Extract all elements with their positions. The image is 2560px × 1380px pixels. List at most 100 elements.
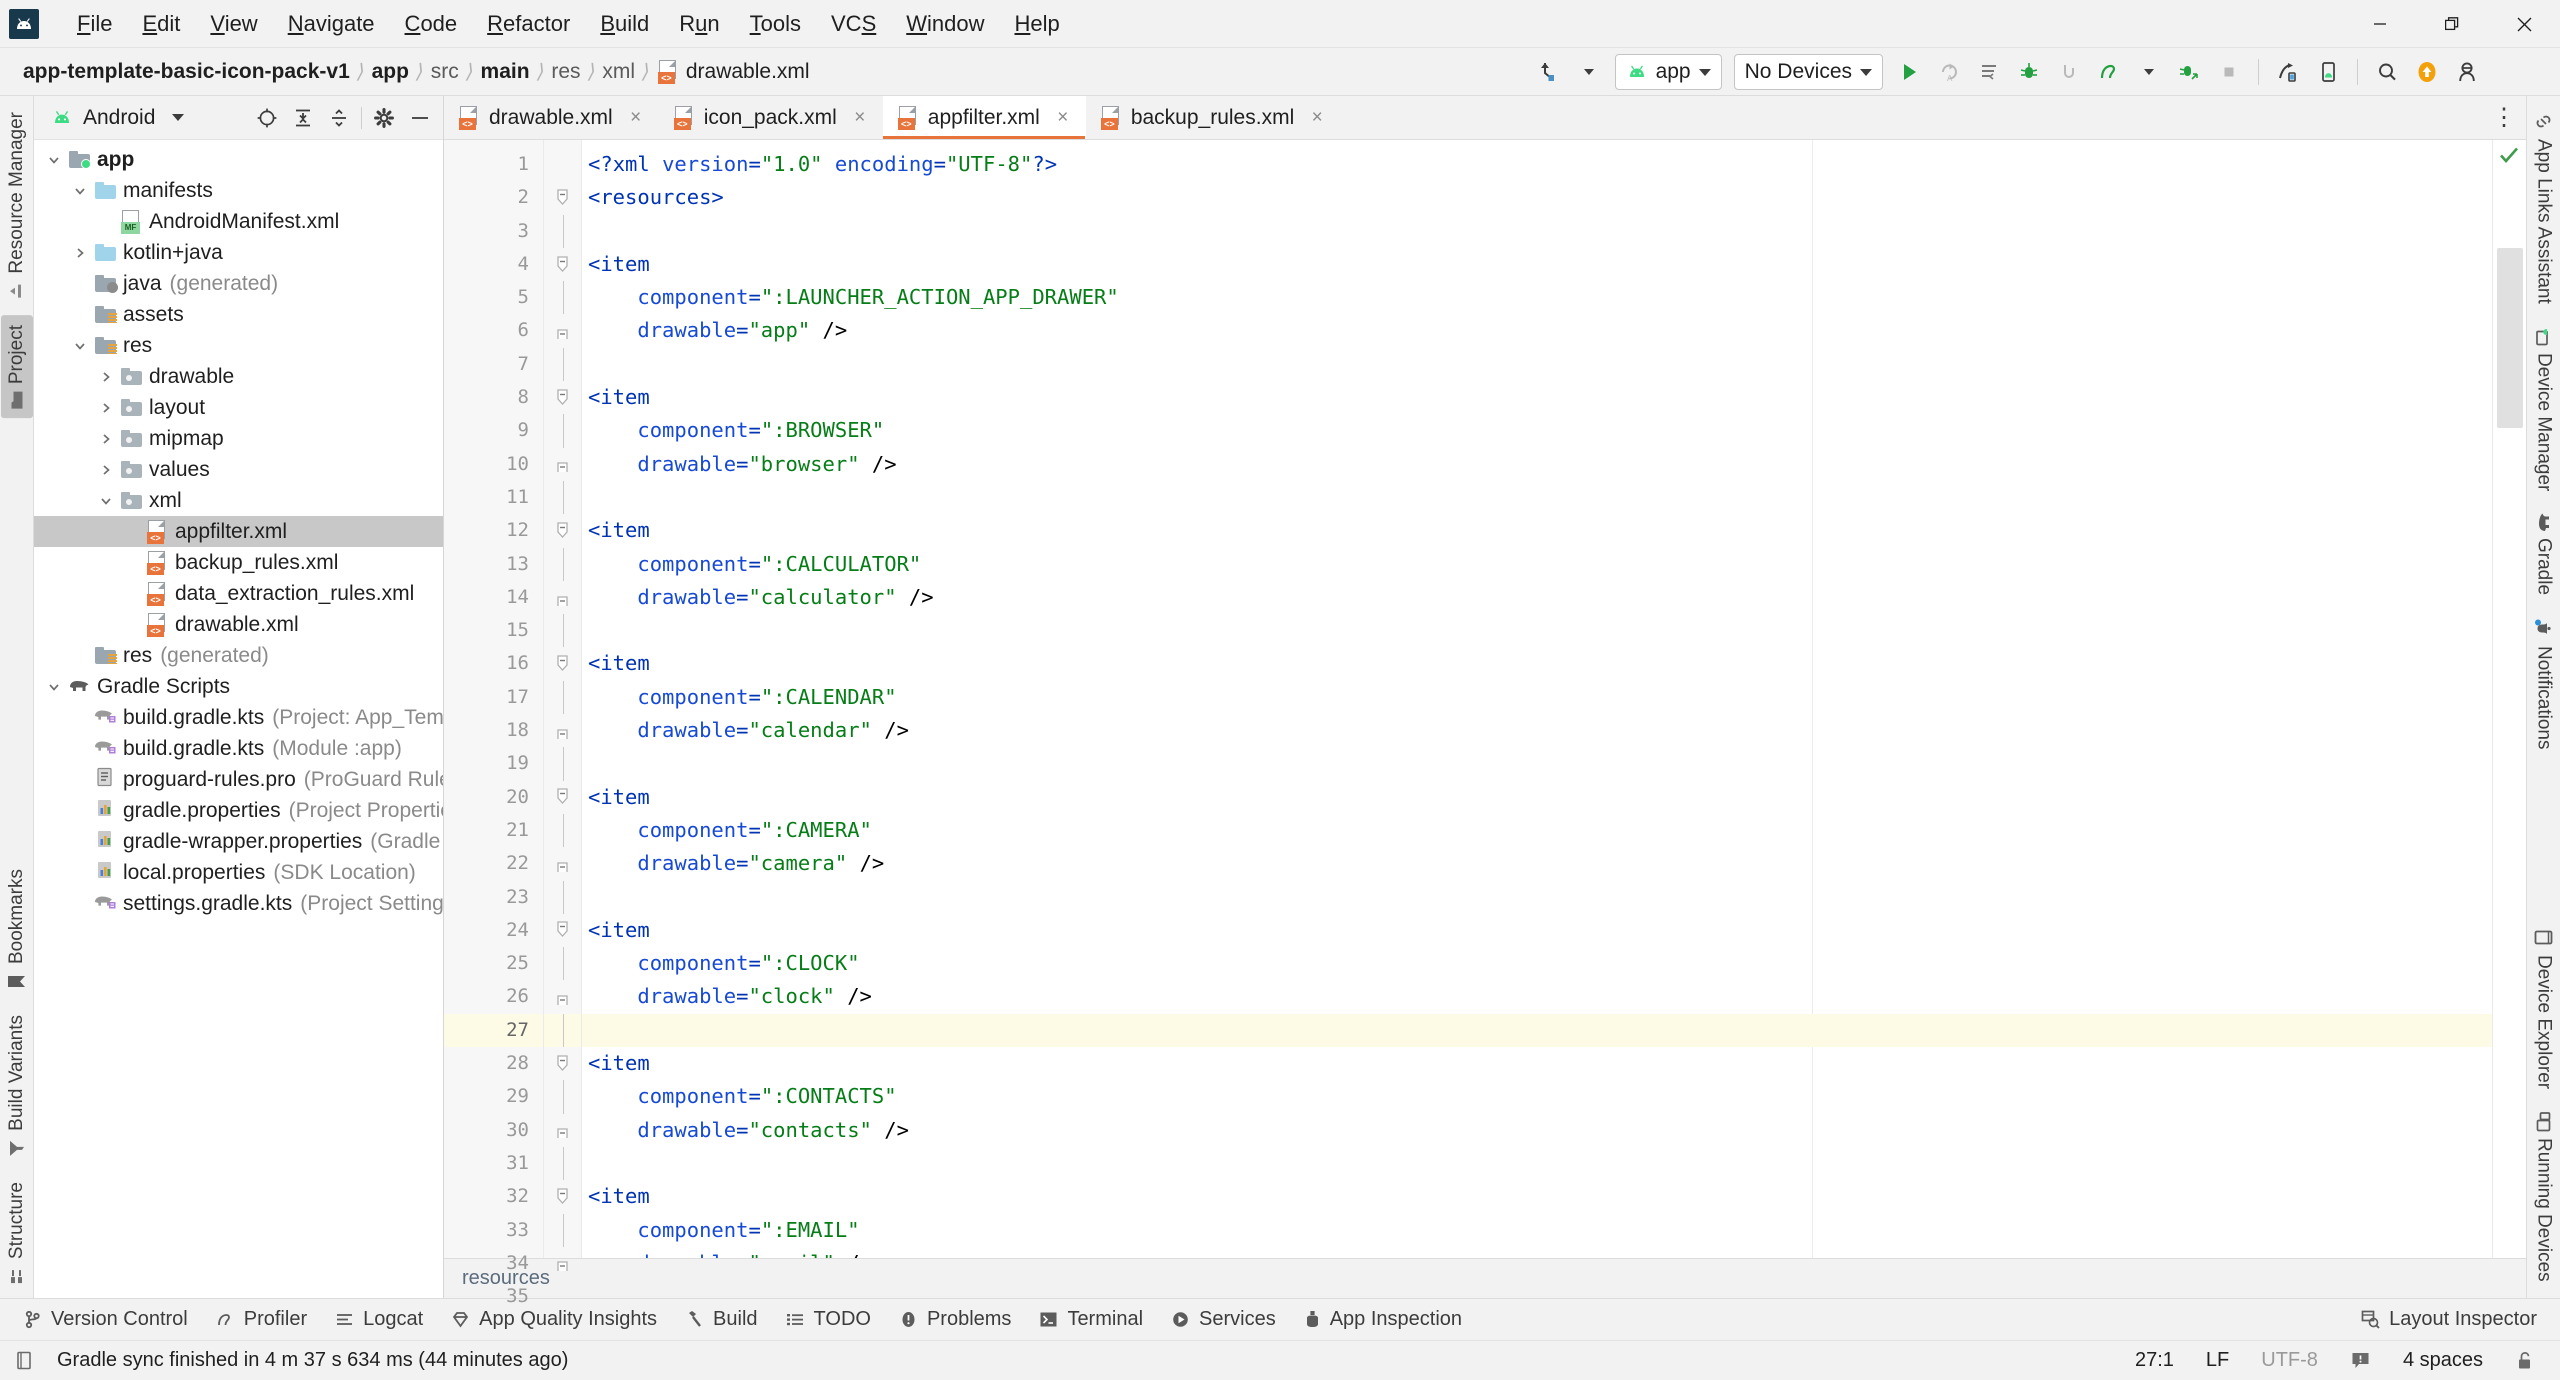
tool-window-button-layout-inspector[interactable]: Layout Inspector (2348, 1303, 2550, 1336)
code-line[interactable]: drawable="email" /> (582, 1247, 2492, 1258)
tree-node-androidmanifest-xml[interactable]: MF AndroidManifest.xml (34, 206, 443, 237)
device-mirroring-button[interactable] (2269, 53, 2307, 91)
attach-debugger-button[interactable] (2050, 53, 2088, 91)
chevron-right-icon[interactable] (94, 463, 118, 477)
chevron-right-icon[interactable] (94, 370, 118, 384)
fold-expanded-icon[interactable] (544, 248, 581, 281)
tree-node-xml[interactable]: xml (34, 485, 443, 516)
code-line[interactable]: ​ (582, 1147, 2492, 1180)
tool-window-button-build[interactable]: Build (672, 1303, 770, 1336)
tree-node-appfilter-xml[interactable]: <> appfilter.xml (34, 516, 443, 547)
fold-expanded-icon[interactable] (544, 647, 581, 680)
select-opened-file-icon[interactable] (250, 101, 284, 135)
code-line[interactable]: ​ (582, 481, 2492, 514)
tree-node-build-gradle-kts[interactable]: build.gradle.kts (Project: App_Template (34, 702, 443, 733)
expand-all-icon[interactable] (286, 101, 320, 135)
tool-window-tab-running-devices[interactable]: Running Devices (2528, 1103, 2560, 1292)
editor-tab-icon-pack-xml[interactable]: <> icon_pack.xml × (659, 96, 883, 139)
menu-item-file[interactable]: File (62, 6, 127, 42)
code-line[interactable]: ​ (582, 1013, 2492, 1048)
fold-end-icon[interactable] (544, 581, 581, 614)
fold-expanded-icon[interactable] (544, 381, 581, 414)
fold-end-icon[interactable] (544, 1247, 581, 1280)
fold-expanded-icon[interactable] (544, 914, 581, 947)
search-everywhere-button[interactable] (2368, 53, 2406, 91)
tree-node-gradle-scripts[interactable]: Gradle Scripts (34, 671, 443, 702)
tool-window-tab-build-variants[interactable]: Build Variants (1, 1005, 33, 1168)
code-line[interactable]: component=":CALENDAR" (582, 681, 2492, 714)
code-content[interactable]: <?xml version="1.0" encoding="UTF-8"?> <r… (582, 140, 2492, 1258)
code-line[interactable]: drawable="clock" /> (582, 980, 2492, 1013)
tool-window-tab-device-explorer[interactable]: Device Explorer (2528, 918, 2560, 1099)
chevron-down-icon[interactable] (94, 494, 118, 508)
code-folding-gutter[interactable] (544, 140, 582, 1272)
tree-node-gradle-wrapper-properties[interactable]: gradle-wrapper.properties (Gradle Versi (34, 826, 443, 857)
close-button[interactable] (2488, 0, 2560, 48)
code-line[interactable]: <item (582, 781, 2492, 814)
tool-window-button-todo[interactable]: TODO (773, 1303, 884, 1336)
menu-item-window[interactable]: Window (891, 6, 999, 42)
menu-item-build[interactable]: Build (585, 6, 664, 42)
minimize-button[interactable] (2344, 0, 2416, 48)
tree-node-drawable-xml[interactable]: <> drawable.xml (34, 609, 443, 640)
menu-item-vcs[interactable]: VCS (816, 6, 891, 42)
editor-tab-backup-rules-xml[interactable]: <> backup_rules.xml × (1086, 96, 1340, 139)
code-line[interactable]: component=":CONTACTS" (582, 1080, 2492, 1113)
project-tree[interactable]: app manifests MF AndroidManifest.xml kotlin+… (34, 140, 443, 1298)
breadcrumb-item-app[interactable]: app (367, 58, 414, 86)
tree-node-kotlin-java[interactable]: kotlin+java (34, 237, 443, 268)
close-icon[interactable]: × (1307, 107, 1327, 129)
tree-node-proguard-rules-pro[interactable]: proguard-rules.pro (ProGuard Rules for (34, 764, 443, 795)
inspections-icon[interactable] (2340, 1347, 2381, 1374)
tool-window-button-app-inspection[interactable]: App Inspection (1291, 1303, 1475, 1336)
tree-node-gradle-properties[interactable]: gradle.properties (Project Properties) (34, 795, 443, 826)
breadcrumb-item-src[interactable]: src (426, 58, 464, 86)
settings-gear-icon[interactable] (367, 101, 401, 135)
menu-item-code[interactable]: Code (390, 6, 473, 42)
chevron-down-icon[interactable] (68, 184, 92, 198)
menu-item-tools[interactable]: Tools (735, 6, 816, 42)
breadcrumb-item-res[interactable]: res (546, 58, 585, 86)
code-line[interactable]: component=":LAUNCHER_ACTION_APP_DRAWER" (582, 281, 2492, 314)
chevron-right-icon[interactable] (94, 401, 118, 415)
tree-node-res[interactable]: res (generated) (34, 640, 443, 671)
tool-window-tab-gradle[interactable]: Gradle (2528, 505, 2560, 605)
code-line[interactable]: component=":CALCULATOR" (582, 548, 2492, 581)
tree-node-assets[interactable]: assets (34, 299, 443, 330)
chevron-down-icon[interactable] (42, 680, 66, 694)
code-line[interactable]: drawable="contacts" /> (582, 1114, 2492, 1147)
fold-end-icon[interactable] (544, 448, 581, 481)
apply-code-changes-button[interactable] (1970, 53, 2008, 91)
tool-window-button-logcat[interactable]: Logcat (322, 1303, 436, 1336)
tree-node-app[interactable]: app (34, 144, 443, 175)
chevron-right-icon[interactable] (68, 246, 92, 260)
updates-button[interactable] (2408, 53, 2446, 91)
hide-panel-icon[interactable] (403, 101, 437, 135)
run-button[interactable] (1890, 53, 1928, 91)
code-line[interactable]: component=":BROWSER" (582, 414, 2492, 447)
code-line[interactable]: drawable="camera" /> (582, 847, 2492, 880)
tree-node-settings-gradle-kts[interactable]: settings.gradle.kts (Project Settings) (34, 888, 443, 919)
code-line[interactable]: component=":CLOCK" (582, 947, 2492, 980)
breadcrumb-item-xml[interactable]: xml (597, 58, 640, 86)
code-line[interactable]: component=":CAMERA" (582, 814, 2492, 847)
fold-expanded-icon[interactable] (544, 181, 581, 214)
chevron-down-icon[interactable] (68, 339, 92, 353)
tool-window-tab-resource-manager[interactable]: Resource Manager (1, 102, 33, 311)
menu-item-view[interactable]: View (195, 6, 272, 42)
chevron-down-icon[interactable] (42, 153, 66, 167)
code-line[interactable]: component=":EMAIL" (582, 1214, 2492, 1247)
caret-position[interactable]: 27:1 (2125, 1346, 2184, 1375)
code-line[interactable]: <item (582, 914, 2492, 947)
line-separator[interactable]: LF (2196, 1346, 2239, 1375)
tree-node-data-extraction-rules-xml[interactable]: <> data_extraction_rules.xml (34, 578, 443, 609)
tree-node-res[interactable]: res (34, 330, 443, 361)
editor-options-icon[interactable]: ⋮ (2482, 96, 2526, 139)
code-line[interactable]: <?xml version="1.0" encoding="UTF-8"?> (582, 148, 2492, 181)
device-selector[interactable]: No Devices (1733, 54, 1883, 90)
code-line[interactable]: <item (582, 514, 2492, 547)
code-line[interactable]: <item (582, 381, 2492, 414)
editor-breadcrumb[interactable]: resources (444, 1258, 2526, 1298)
code-line[interactable]: ​ (582, 215, 2492, 248)
run-with-coverage-button[interactable] (2170, 53, 2208, 91)
